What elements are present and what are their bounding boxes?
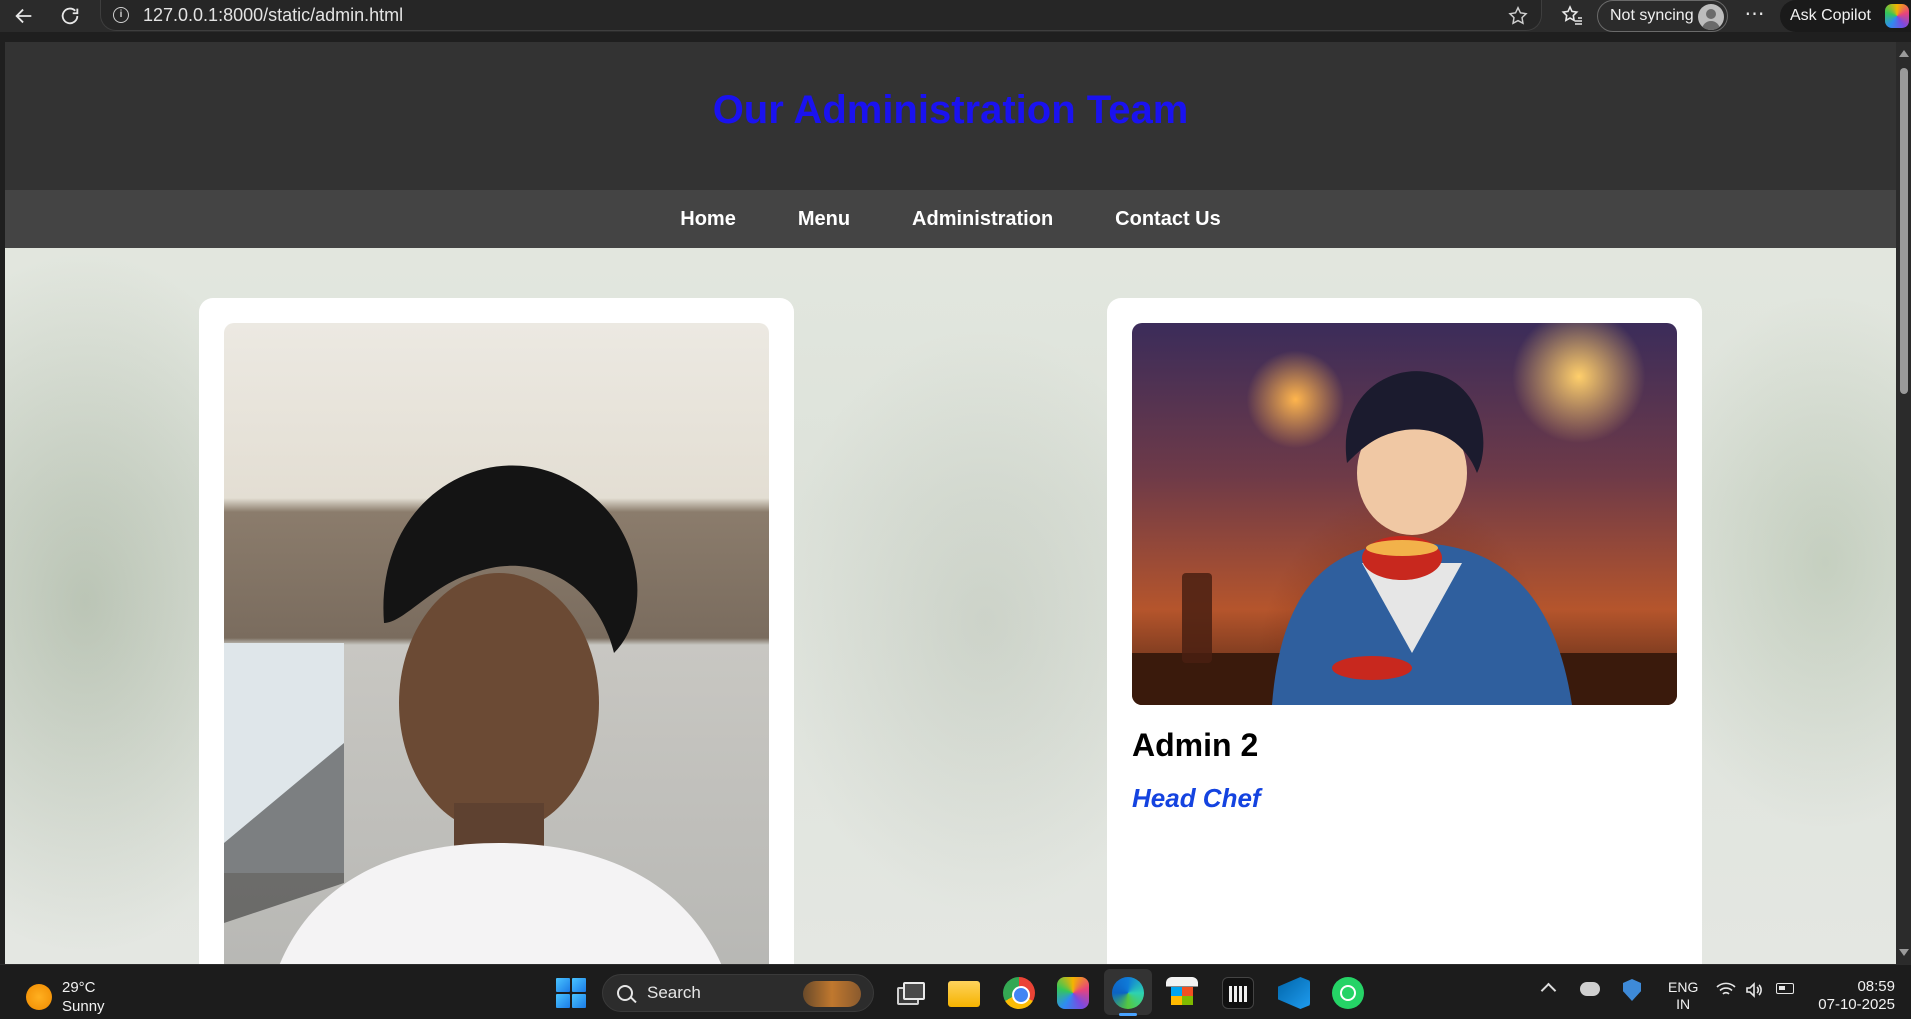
page-title: Our Administration Team bbox=[712, 87, 1189, 132]
page-viewport: Our Administration Team Home Menu Admini… bbox=[5, 42, 1896, 964]
taskbar: 29°C Sunny Search ENG IN 08:59 07-10-202… bbox=[0, 964, 1911, 1019]
admin-2-photo bbox=[1132, 323, 1677, 705]
task-view-icon[interactable] bbox=[893, 977, 925, 1009]
favorites-icon[interactable] bbox=[1560, 4, 1584, 28]
store-icon[interactable] bbox=[1166, 977, 1198, 1009]
search-label: Search bbox=[647, 983, 701, 1002]
site-header: Our Administration Team bbox=[5, 42, 1896, 190]
weather-temp: 29°C bbox=[62, 979, 96, 996]
sun-icon bbox=[26, 984, 52, 1010]
weather-widget[interactable]: 29°C Sunny bbox=[26, 978, 105, 1016]
chrome-icon[interactable] bbox=[1003, 977, 1035, 1009]
admin-card-1 bbox=[199, 298, 794, 964]
language-indicator[interactable]: ENG IN bbox=[1668, 979, 1698, 1013]
site-nav: Home Menu Administration Contact Us bbox=[5, 190, 1896, 248]
volume-icon[interactable] bbox=[1745, 982, 1763, 998]
admin-2-role: Head Chef bbox=[1132, 783, 1261, 813]
search-icon bbox=[617, 985, 633, 1001]
system-clock[interactable]: 08:59 07-10-2025 bbox=[1812, 978, 1895, 1014]
viewport-edge bbox=[0, 32, 1911, 42]
url-text: 127.0.0.1:8000/static/admin.html bbox=[143, 4, 404, 25]
lang-line2: IN bbox=[1676, 996, 1691, 1012]
copilot-icon bbox=[1885, 4, 1909, 28]
weather-desc: Sunny bbox=[62, 998, 105, 1015]
scroll-thumb[interactable] bbox=[1900, 68, 1908, 394]
scroll-up-icon[interactable] bbox=[1899, 50, 1909, 57]
clock-date: 07-10-2025 bbox=[1818, 996, 1895, 1013]
file-explorer-icon[interactable] bbox=[948, 981, 980, 1007]
onedrive-icon[interactable] bbox=[1580, 982, 1600, 996]
refresh-icon[interactable] bbox=[52, 0, 88, 32]
charts-app-icon[interactable] bbox=[1222, 977, 1254, 1009]
clock-time: 08:59 bbox=[1857, 978, 1895, 995]
browser-toolbar: i 127.0.0.1:8000/static/admin.html Not s… bbox=[0, 0, 1911, 32]
vscode-icon[interactable] bbox=[1278, 977, 1310, 1009]
search-highlight-icon bbox=[803, 981, 861, 1007]
nav-link-home[interactable]: Home bbox=[649, 208, 767, 231]
lang-line1: ENG bbox=[1668, 979, 1699, 995]
nav-link-administration[interactable]: Administration bbox=[881, 208, 1084, 231]
address-bar[interactable]: i 127.0.0.1:8000/static/admin.html bbox=[100, 0, 1542, 31]
edge-icon[interactable] bbox=[1112, 977, 1144, 1009]
copilot-label: Ask Copilot bbox=[1790, 7, 1871, 24]
admin-2-name: Admin 2 bbox=[1132, 727, 1259, 763]
copilot-app-icon[interactable] bbox=[1057, 977, 1089, 1009]
info-icon[interactable]: i bbox=[113, 7, 129, 23]
tray-overflow-chevron-icon[interactable] bbox=[1540, 982, 1557, 999]
whatsapp-icon[interactable] bbox=[1332, 977, 1364, 1009]
taskbar-search[interactable]: Search bbox=[602, 974, 874, 1012]
sync-label: Not syncing bbox=[1610, 7, 1694, 24]
back-icon[interactable] bbox=[6, 0, 42, 32]
admin-card-2: Admin 2 Head Chef bbox=[1107, 298, 1702, 964]
nav-link-menu[interactable]: Menu bbox=[767, 208, 881, 231]
nav-link-contact-us[interactable]: Contact Us bbox=[1084, 208, 1252, 231]
battery-icon[interactable] bbox=[1776, 983, 1794, 994]
start-icon[interactable] bbox=[556, 978, 586, 1008]
scrollbar[interactable] bbox=[1896, 42, 1911, 964]
wifi-icon[interactable] bbox=[1716, 982, 1736, 998]
sync-button[interactable]: Not syncing bbox=[1597, 0, 1728, 32]
profile-avatar-icon bbox=[1698, 4, 1724, 30]
scroll-down-icon[interactable] bbox=[1899, 949, 1909, 956]
admin-1-photo bbox=[224, 323, 769, 964]
defender-shield-icon[interactable] bbox=[1623, 979, 1641, 1001]
edge-running-indicator bbox=[1119, 1013, 1137, 1016]
more-options-icon[interactable]: ⋯ bbox=[1740, 0, 1770, 32]
favorite-star-icon[interactable] bbox=[1507, 5, 1529, 27]
ask-copilot-button[interactable]: Ask Copilot bbox=[1780, 0, 1911, 32]
